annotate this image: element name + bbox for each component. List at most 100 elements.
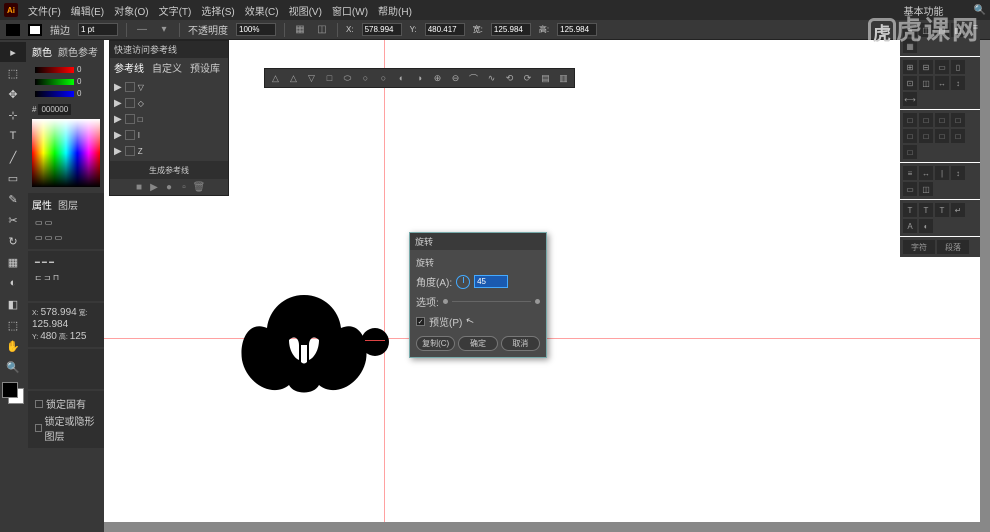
rectangle-tool[interactable]: ▭ — [0, 168, 26, 188]
menu-select[interactable]: 选择(S) — [201, 3, 234, 18]
y-input[interactable] — [425, 23, 465, 36]
menu-effect[interactable]: 效果(C) — [245, 3, 279, 18]
h-input[interactable] — [557, 23, 597, 36]
paragraph-tab[interactable]: 段落 — [937, 240, 969, 254]
pf-btn[interactable]: ⟲ — [502, 71, 517, 86]
w-input[interactable] — [491, 23, 531, 36]
line-tool[interactable]: ╱ — [0, 147, 26, 167]
menu-object[interactable]: 对象(O) — [114, 3, 148, 18]
align-icon[interactable]: ▦ — [293, 23, 307, 37]
cancel-button[interactable]: 取消 — [501, 336, 540, 351]
pf-btn[interactable]: ⬭ — [340, 71, 355, 86]
scale-tool[interactable]: ▦ — [0, 252, 26, 272]
dist-btn[interactable]: □ — [951, 113, 965, 127]
direct-select-tool[interactable]: ⬚ — [0, 63, 26, 83]
pf-btn[interactable]: △ — [286, 71, 301, 86]
pen-tool[interactable]: ⊹ — [0, 105, 26, 125]
menu-edit[interactable]: 编辑(E) — [71, 3, 104, 18]
dist-btn[interactable]: □ — [951, 129, 965, 143]
pf-btn[interactable]: ⟷ — [903, 92, 917, 106]
scissors-tool[interactable]: ✂ — [0, 210, 26, 230]
pf-btn[interactable]: ▽ — [304, 71, 319, 86]
action-row[interactable]: ▶Z — [112, 143, 226, 159]
actions-tab[interactable]: 预设库 — [190, 60, 220, 75]
pf-btn[interactable]: △ — [268, 71, 283, 86]
pf-btn[interactable]: ⟳ — [520, 71, 535, 86]
stroke-swatch[interactable] — [28, 24, 42, 36]
pf-btn[interactable]: ▤ — [538, 71, 553, 86]
gradient-tool[interactable]: ◐ — [0, 273, 26, 293]
menu-file[interactable]: 文件(F) — [28, 3, 61, 18]
pf-btn[interactable]: ○ — [376, 71, 391, 86]
tr-btn[interactable]: ↕ — [951, 166, 965, 180]
color-guide-tab[interactable]: 颜色参考 — [58, 44, 98, 59]
dist-btn[interactable]: □ — [919, 129, 933, 143]
pf-btn[interactable]: ⊞ — [903, 60, 917, 74]
actions-tab[interactable]: 参考线 — [114, 60, 144, 75]
menu-help[interactable]: 帮助(H) — [378, 3, 412, 18]
pf-btn[interactable]: □ — [322, 71, 337, 86]
tr-btn[interactable]: ◫ — [919, 182, 933, 196]
menu-view[interactable]: 视图(V) — [289, 3, 322, 18]
copy-button[interactable]: 复制(C) — [416, 336, 455, 351]
type-btn[interactable]: T — [919, 203, 933, 217]
ok-button[interactable]: 确定 — [458, 336, 497, 351]
color-spectrum[interactable] — [32, 119, 100, 187]
action-row[interactable]: ▶□ — [112, 111, 226, 127]
type-btn[interactable]: ◐ — [919, 219, 933, 233]
fill-swatch[interactable] — [6, 24, 20, 36]
stroke-weight-input[interactable] — [78, 23, 118, 36]
angle-dial-icon[interactable] — [456, 275, 470, 289]
magic-wand-tool[interactable]: ✥ — [0, 84, 26, 104]
menu-window[interactable]: 窗口(W) — [332, 3, 368, 18]
dist-btn[interactable]: □ — [903, 129, 917, 143]
dist-btn[interactable]: □ — [935, 113, 949, 127]
shape-icon[interactable]: ◫ — [315, 23, 329, 37]
x-input[interactable] — [362, 23, 402, 36]
dist-btn[interactable]: □ — [919, 113, 933, 127]
pf-btn[interactable]: ⊖ — [448, 71, 463, 86]
artboard-tool[interactable]: ⬚ — [0, 315, 26, 335]
opacity-input[interactable] — [236, 23, 276, 36]
checkbox[interactable] — [35, 424, 42, 432]
pf-btn[interactable]: ○ — [358, 71, 373, 86]
action-row[interactable]: ▶I — [112, 127, 226, 143]
type-btn[interactable]: A — [903, 219, 917, 233]
artwork-circle[interactable] — [361, 328, 389, 356]
color-tab[interactable]: 颜色 — [32, 44, 52, 59]
dist-btn[interactable]: □ — [935, 129, 949, 143]
pf-btn[interactable]: ▥ — [556, 71, 571, 86]
pf-btn[interactable]: ⊡ — [903, 76, 917, 90]
dist-btn[interactable]: □ — [903, 145, 917, 159]
stop-icon[interactable]: ■ — [133, 181, 145, 193]
action-row[interactable]: ▶▽ — [112, 79, 226, 95]
action-row[interactable]: ▶◇ — [112, 95, 226, 111]
play-icon[interactable]: ▶ — [148, 181, 160, 193]
tr-btn[interactable]: ▭ — [903, 182, 917, 196]
pf-btn[interactable]: ↔ — [935, 76, 949, 90]
pf-btn[interactable]: ▭ — [935, 60, 949, 74]
hex-input[interactable]: 000000 — [38, 104, 71, 115]
layers-tab[interactable]: 图层 — [58, 197, 78, 212]
actions-footer[interactable]: 生成参考线 — [110, 161, 228, 179]
pf-btn[interactable]: ⊟ — [919, 60, 933, 74]
zoom-tool[interactable]: 🔍 — [0, 357, 26, 377]
record-icon[interactable]: ● — [163, 181, 175, 193]
pf-btn[interactable]: ↕ — [951, 76, 965, 90]
pf-btn[interactable]: ⌒ — [466, 71, 481, 86]
tr-btn[interactable]: ↔ — [919, 166, 933, 180]
new-icon[interactable]: ▫ — [178, 181, 190, 193]
type-btn[interactable]: T — [935, 203, 949, 217]
brush-tool[interactable]: ✎ — [0, 189, 26, 209]
type-tool[interactable]: T — [0, 126, 26, 146]
pf-btn[interactable]: ◑ — [412, 71, 427, 86]
dist-btn[interactable]: □ — [903, 113, 917, 127]
trash-icon[interactable]: 🗑 — [193, 181, 205, 193]
pf-btn[interactable]: ⊕ — [430, 71, 445, 86]
pf-btn[interactable]: ▯ — [951, 60, 965, 74]
preview-checkbox[interactable]: ✓ — [416, 317, 425, 326]
varwidth-icon[interactable]: ▾ — [157, 23, 171, 37]
pf-btn[interactable]: ∿ — [484, 71, 499, 86]
angle-input[interactable] — [474, 275, 508, 288]
tr-btn[interactable]: | — [935, 166, 949, 180]
